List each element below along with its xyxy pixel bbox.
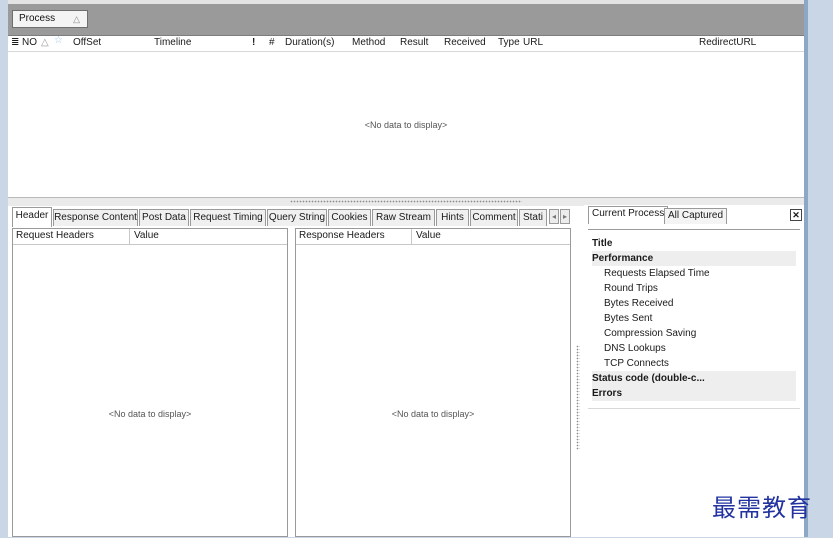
column-method[interactable]: Method bbox=[352, 37, 385, 48]
stat-compression-saving[interactable]: Compression Saving bbox=[604, 326, 696, 341]
sort-ascending-icon: △ bbox=[41, 37, 49, 48]
request-value-column[interactable]: Value bbox=[134, 230, 159, 241]
tab-query-string[interactable]: Query String bbox=[267, 209, 327, 226]
session-list-empty-text: <No data to display> bbox=[364, 119, 448, 130]
tab-comment[interactable]: Comment bbox=[470, 209, 518, 226]
column-duration[interactable]: Duration(s) bbox=[285, 37, 334, 48]
list-divider bbox=[588, 408, 800, 409]
column-type[interactable]: Type bbox=[498, 37, 520, 48]
column-offset[interactable]: OffSet bbox=[73, 37, 101, 48]
response-headers-header: Response Headers Value bbox=[296, 229, 570, 245]
session-column-header: ≣ NO △ ☆ OffSet Timeline ! # Duration(s)… bbox=[8, 35, 804, 52]
group-by-process-chip[interactable]: Process △ bbox=[12, 10, 88, 28]
column-timeline[interactable]: Timeline bbox=[154, 37, 191, 48]
column-divider bbox=[129, 229, 130, 244]
watermark-text: 最需教育 bbox=[712, 494, 812, 522]
column-divider bbox=[411, 229, 412, 244]
request-headers-pane: Request Headers Value <No data to displa… bbox=[12, 228, 288, 537]
window-edge bbox=[804, 0, 808, 537]
column-number[interactable]: # bbox=[269, 37, 275, 48]
tab-scroll-left-icon[interactable]: ◂ bbox=[549, 209, 559, 224]
column-flag[interactable]: ! bbox=[252, 37, 255, 48]
star-icon: ☆ bbox=[54, 35, 63, 46]
response-headers-empty: <No data to display> bbox=[391, 409, 475, 419]
response-value-column[interactable]: Value bbox=[416, 230, 441, 241]
tab-all-captured[interactable]: All Captured bbox=[664, 208, 728, 224]
tab-request-timing[interactable]: Request Timing bbox=[190, 209, 266, 226]
stat-bytes-received[interactable]: Bytes Received bbox=[604, 296, 673, 311]
tab-scroll-right-icon[interactable]: ▸ bbox=[560, 209, 570, 224]
tab-response-content[interactable]: Response Content bbox=[53, 209, 138, 226]
session-list-empty: <No data to display> bbox=[8, 52, 804, 197]
column-url[interactable]: URL bbox=[523, 37, 543, 48]
column-no[interactable]: NO bbox=[22, 37, 37, 48]
group-by-label: Process bbox=[19, 13, 56, 24]
stat-bytes-sent[interactable]: Bytes Sent bbox=[604, 311, 652, 326]
column-chooser-icon[interactable]: ≣ bbox=[11, 37, 19, 48]
top-strip bbox=[8, 0, 804, 4]
sort-ascending-icon: △ bbox=[73, 14, 81, 24]
request-headers-column[interactable]: Request Headers bbox=[16, 230, 94, 241]
tab-post-data[interactable]: Post Data bbox=[139, 209, 189, 226]
stat-tcp-connects[interactable]: TCP Connects bbox=[604, 356, 669, 371]
column-redirect-url[interactable]: RedirectURL bbox=[699, 37, 756, 48]
splitter-grip-icon bbox=[290, 200, 522, 203]
column-received[interactable]: Received bbox=[444, 37, 486, 48]
stat-status-code[interactable]: Status code (double-c... bbox=[592, 371, 796, 386]
tab-header[interactable]: Header bbox=[12, 207, 52, 227]
close-icon[interactable]: ✕ bbox=[790, 209, 802, 221]
stat-performance[interactable]: Performance bbox=[592, 251, 796, 266]
vertical-splitter[interactable] bbox=[576, 345, 580, 450]
tab-current-process[interactable]: Current Process bbox=[588, 206, 669, 224]
stat-title[interactable]: Title bbox=[592, 236, 710, 251]
detail-tabs: Header Response Content Post Data Reques… bbox=[8, 207, 580, 227]
stat-requests-elapsed-time[interactable]: Requests Elapsed Time bbox=[604, 266, 710, 281]
response-headers-pane: Response Headers Value <No data to displ… bbox=[295, 228, 571, 537]
request-headers-header: Request Headers Value bbox=[13, 229, 287, 245]
column-result[interactable]: Result bbox=[400, 37, 428, 48]
stat-dns-lookups[interactable]: DNS Lookups bbox=[604, 341, 666, 356]
request-headers-empty: <No data to display> bbox=[108, 409, 192, 419]
app-frame: Process △ ≣ NO △ ☆ OffSet Timeline ! # D… bbox=[8, 0, 804, 537]
tab-status[interactable]: Stati bbox=[519, 209, 547, 226]
stat-round-trips[interactable]: Round Trips bbox=[604, 281, 658, 296]
tab-raw-stream[interactable]: Raw Stream bbox=[372, 209, 435, 226]
tab-hints[interactable]: Hints bbox=[436, 209, 469, 226]
response-headers-column[interactable]: Response Headers bbox=[299, 230, 385, 241]
stat-errors[interactable]: Errors bbox=[592, 386, 796, 401]
tab-cookies[interactable]: Cookies bbox=[328, 209, 371, 226]
group-by-panel: Process △ bbox=[8, 0, 804, 36]
